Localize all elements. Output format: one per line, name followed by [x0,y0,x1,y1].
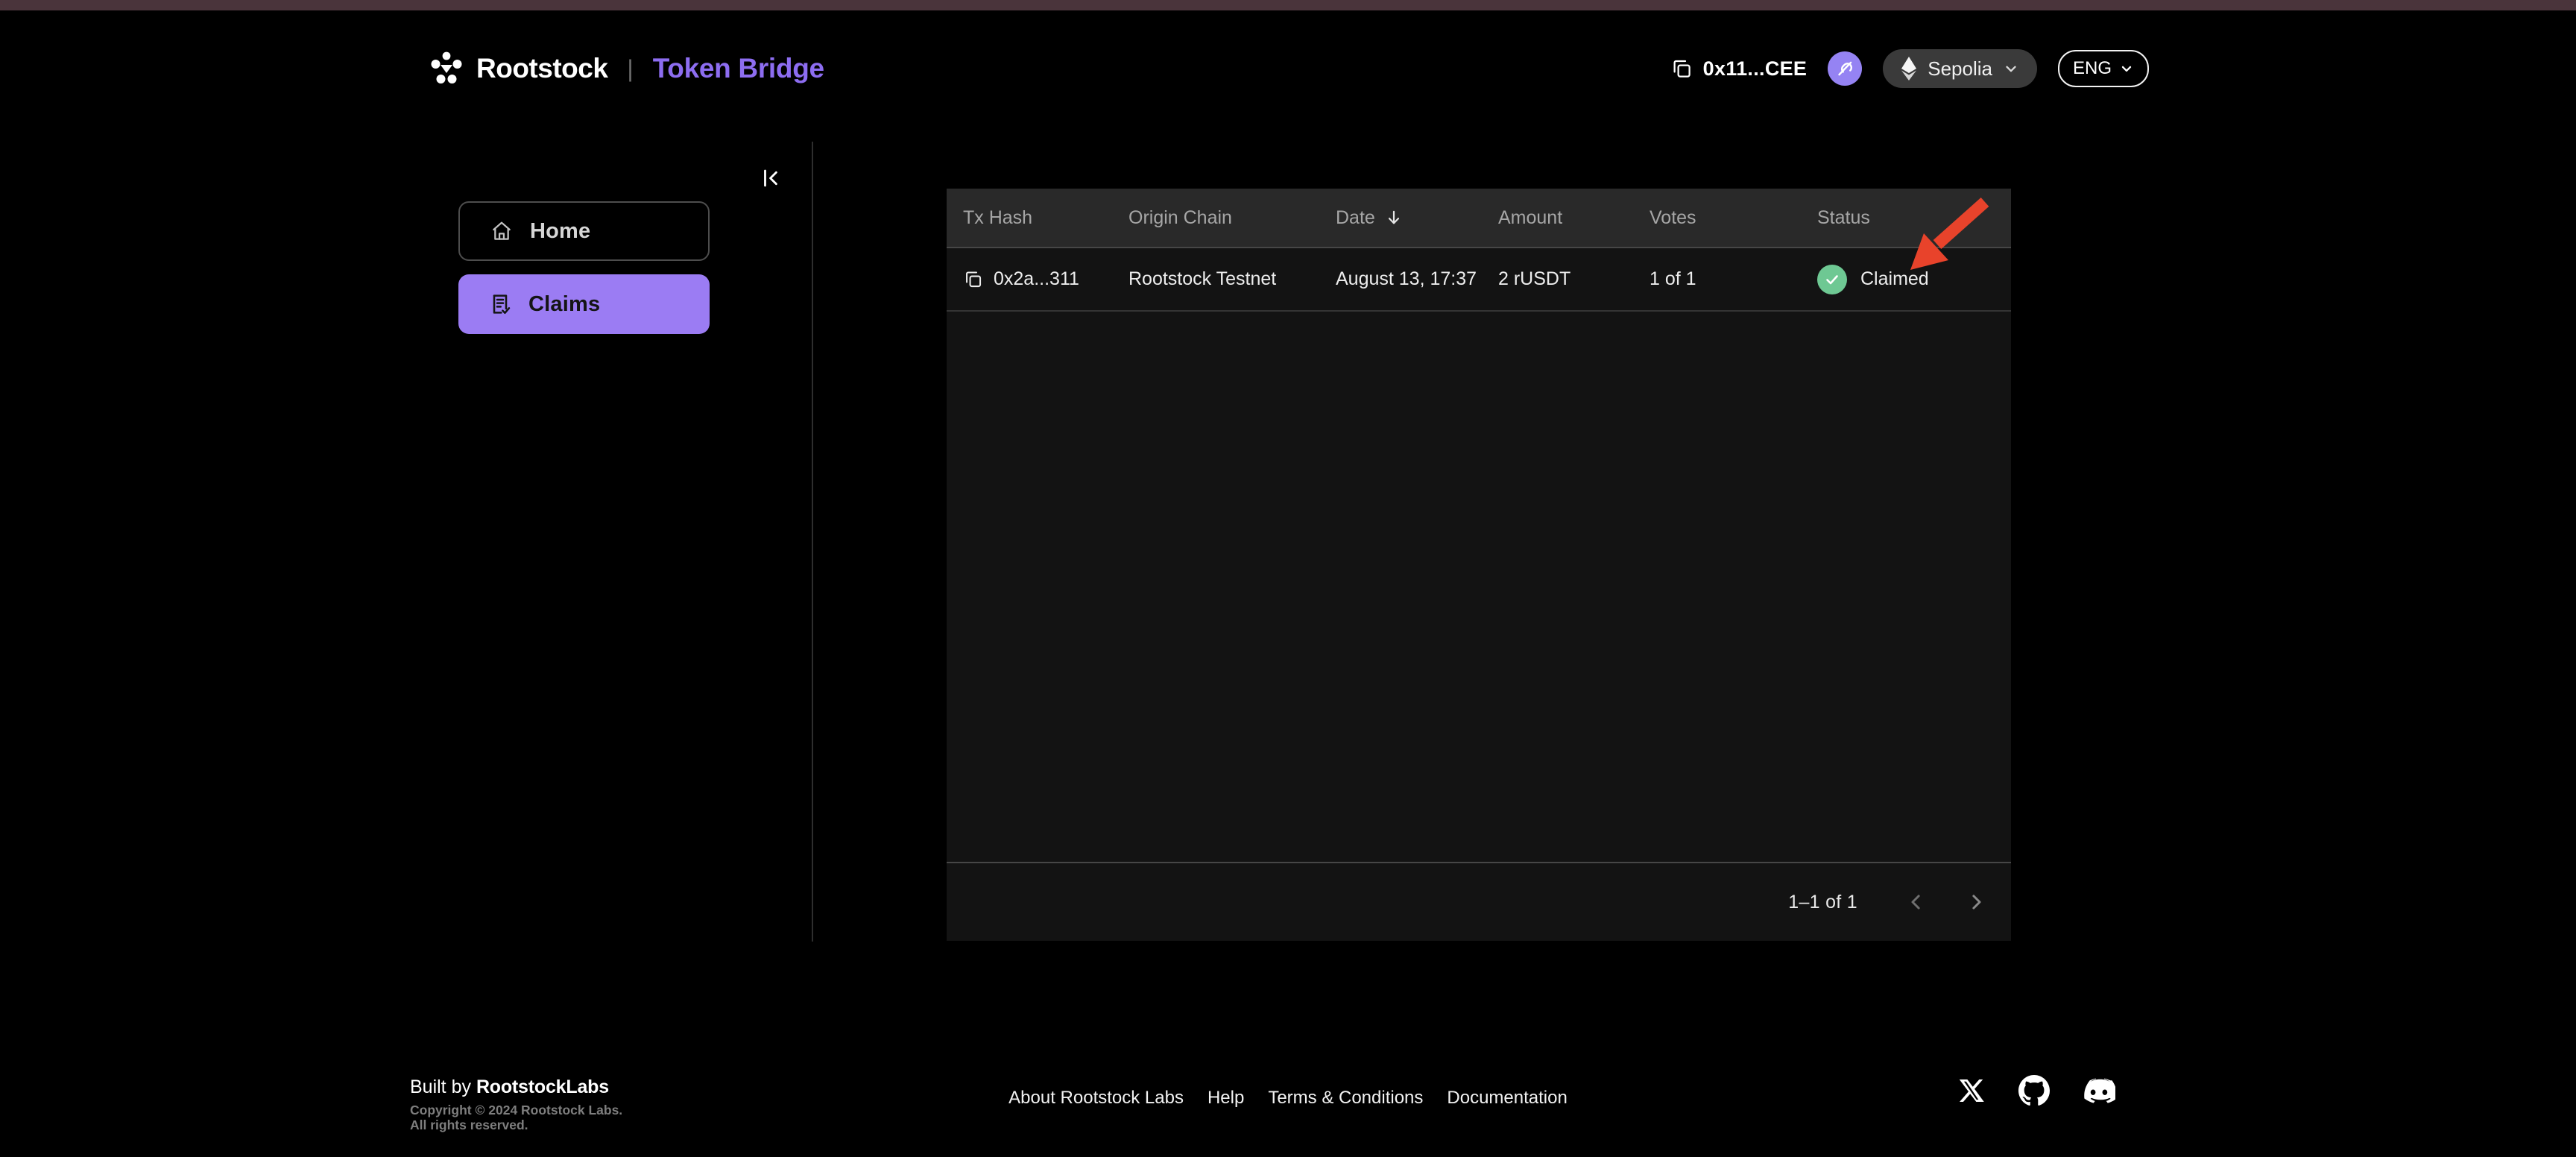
footer-link-terms[interactable]: Terms & Conditions [1268,1088,1423,1109]
app-title: Token Bridge [652,53,824,83]
tx-hash-value: 0x2a...311 [994,268,1079,289]
footer-social [1959,1075,2115,1106]
app-header: Rootstock | Token Bridge 0x11...CEE Sepo… [0,10,2576,127]
table-pagination: 1–1 of 1 [947,862,2011,941]
sidebar-item-claims[interactable]: Claims [458,274,710,334]
column-header-date[interactable]: Date [1336,207,1498,229]
copy-address-icon[interactable] [1670,57,1693,80]
page: Rootstock | Token Bridge 0x11...CEE Sepo… [0,0,2576,1157]
sidebar-item-label: Home [530,218,591,243]
wallet-address-group: 0x11...CEE [1670,57,1808,81]
brand-group: Rootstock | Token Bridge [429,10,824,127]
column-header-origin-chain: Origin Chain [1128,207,1232,228]
github-icon[interactable] [2018,1075,2050,1106]
footer-link-help[interactable]: Help [1208,1088,1244,1109]
brand-name: Rootstock [476,53,608,83]
footer-link-documentation[interactable]: Documentation [1447,1088,1567,1109]
disconnect-icon [1834,57,1856,80]
status-badge: Claimed [1860,268,1929,289]
previous-page-button[interactable] [1904,889,1929,915]
network-selector[interactable]: Sepolia [1883,49,2037,88]
sidebar-divider [812,142,813,942]
votes-cell: 1 of 1 [1650,268,1696,289]
brand-separator: | [627,54,634,82]
footer-link-about[interactable]: About Rootstock Labs [1008,1088,1184,1109]
claims-icon [488,292,512,316]
table-header-row: Tx Hash Origin Chain Date Amount Votes S… [947,189,2011,248]
wallet-address: 0x11...CEE [1702,57,1808,80]
amount-cell: 2 rUSDT [1498,268,1571,289]
discord-icon[interactable] [2083,1078,2115,1103]
origin-chain-cell: Rootstock Testnet [1128,268,1277,289]
pagination-range-label: 1–1 of 1 [1788,891,1857,912]
sort-descending-icon [1384,208,1404,227]
next-page-button[interactable] [1963,889,1989,915]
rootstock-logo-icon [429,50,464,87]
date-cell: August 13, 17:37 [1336,268,1477,289]
footer-links: About Rootstock Labs Help Terms & Condit… [1008,1088,1568,1109]
sidebar-item-home[interactable]: Home [458,201,710,261]
network-name: Sepolia [1928,57,1992,80]
language-label: ENG [2072,58,2112,78]
status-check-icon [1817,264,1847,294]
x-icon[interactable] [1959,1077,1986,1104]
copyright-text: Copyright © 2024 Rootstock Labs. All rig… [410,1103,623,1132]
table-row: 0x2a...311 Rootstock Testnet August 13, … [947,248,2011,312]
claims-table: Tx Hash Origin Chain Date Amount Votes S… [947,189,2011,941]
chevron-down-icon [2003,60,2019,77]
home-icon [490,219,514,243]
sidebar-item-label: Claims [528,291,601,316]
ethereum-icon [1901,56,1917,81]
footer-credits: Built by RootstockLabs Copyright © 2024 … [410,1076,622,1132]
copy-tx-hash-icon[interactable] [963,269,983,289]
tx-hash-cell: 0x2a...311 [963,268,1128,290]
browser-top-strip [0,0,2576,10]
built-by-line: Built by RootstockLabs [410,1076,609,1097]
column-header-amount: Amount [1498,207,1563,228]
sidebar-nav: Home Claims [458,201,710,334]
rootstocklabs-brand: RootstockLabs [476,1076,609,1097]
column-header-status: Status [1817,207,1870,228]
status-cell: Claimed [1817,264,2011,294]
column-header-tx-hash: Tx Hash [963,207,1033,228]
language-selector[interactable]: ENG [2057,50,2149,87]
chevron-down-icon [2119,61,2134,76]
header-actions: 0x11...CEE Sepolia ENG [1670,10,2149,127]
disconnect-wallet-button[interactable] [1828,51,1863,86]
column-header-votes: Votes [1650,207,1696,228]
collapse-sidebar-button[interactable] [759,165,784,191]
